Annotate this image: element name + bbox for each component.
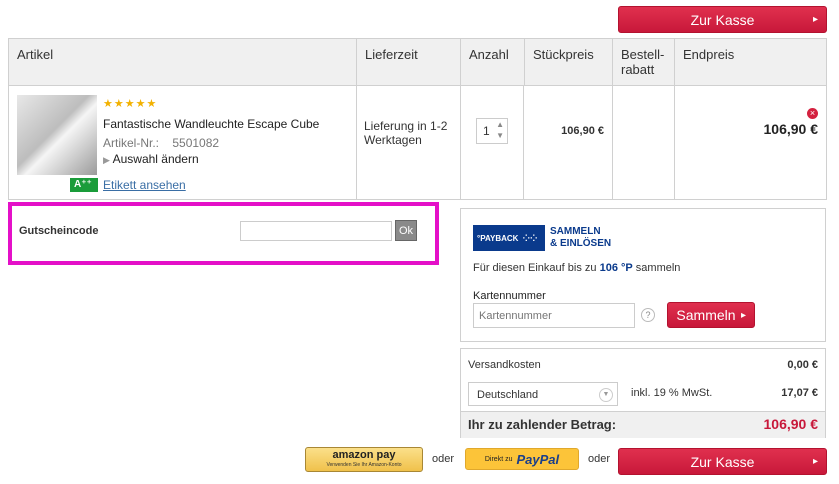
checkout-button-top[interactable]: Zur Kasse ▸ (618, 6, 827, 33)
paypal-prefix: Direkt zu (484, 455, 513, 463)
or-separator-1: oder (432, 453, 455, 465)
article-number: Artikel-Nr.: 5501082 (103, 136, 219, 150)
header-rabatt-line2: rabatt (621, 62, 655, 77)
article-number-label: Artikel-Nr.: (103, 136, 160, 150)
voucher-ok-button[interactable]: Ok (395, 220, 417, 241)
total-value: 106,90 € (763, 416, 819, 432)
amazon-pay-button[interactable]: amazon pay Verwenden Sie Ihr Amazon-Kont… (305, 447, 423, 472)
unit-price: 106,90 € (561, 125, 604, 137)
chevron-right-icon: ▸ (812, 14, 818, 25)
delivery-time: Lieferung in 1-2 Werktagen (364, 119, 448, 147)
checkout-button-bottom[interactable]: Zur Kasse ▸ (618, 448, 827, 475)
quantity-value: 1 (483, 124, 490, 138)
paypal-logo: PayPal (516, 451, 560, 467)
country-select[interactable]: Deutschland ▼ (468, 382, 618, 406)
cart-table-header: Artikel Lieferzeit Anzahl Stückpreis Bes… (8, 38, 827, 86)
change-selection-link[interactable]: ▶ Auswahl ändern (103, 152, 199, 166)
shipping-value: 0,00 € (787, 359, 818, 371)
payback-slogan-line2: & EINLÖSEN (550, 238, 612, 249)
shipping-label: Versandkosten (468, 359, 541, 371)
card-number-input[interactable] (473, 303, 635, 328)
stepper-up-icon[interactable]: ▲ (496, 120, 504, 129)
payback-slogan-line1: SAMMELN (550, 226, 601, 237)
product-name[interactable]: Fantastische Wandleuchte Escape Cube (103, 117, 319, 131)
voucher-label: Gutscheincode (19, 225, 99, 237)
payback-logo-text: °PAYBACK (477, 233, 519, 243)
chevron-right-icon: ▸ (812, 456, 818, 467)
header-lieferzeit: Lieferzeit (357, 39, 461, 85)
energy-label-badge: A⁺⁺ (70, 178, 98, 192)
vat-label: inkl. 19 % MwSt. (631, 387, 713, 399)
header-artikel: Artikel (9, 39, 357, 85)
voucher-input[interactable] (240, 221, 392, 241)
header-stueckpreis: Stückpreis (525, 39, 613, 85)
amazon-pay-subtext: Verwenden Sie Ihr Amazon-Konto (326, 462, 402, 468)
article-number-value: 5501082 (172, 136, 220, 150)
cart-item-row: ★★★★★ Fantastische Wandleuchte Escape Cu… (8, 86, 827, 200)
help-icon[interactable]: ? (641, 308, 655, 322)
payback-text-post: sammeln (635, 262, 681, 274)
or-separator-2: oder (588, 453, 611, 465)
stepper-down-icon[interactable]: ▼ (496, 131, 504, 140)
card-number-label: Kartennummer (473, 290, 546, 302)
line-total: 106,90 € (763, 121, 819, 137)
total-label: Ihr zu zahlender Betrag: (468, 417, 617, 432)
payback-points-text: Für diesen Einkauf bis zu 106 °P sammeln (473, 262, 680, 274)
payback-dots-icon: ⁘⁘ (522, 232, 538, 243)
quantity-stepper[interactable]: 1 ▲ ▼ (476, 118, 508, 144)
payback-slogan: SAMMELN & EINLÖSEN (550, 226, 611, 250)
collect-button[interactable]: Sammeln ▸ (667, 302, 755, 328)
header-endpreis: Endpreis (683, 47, 735, 62)
country-select-value: Deutschland (477, 389, 539, 401)
checkout-button-label: Zur Kasse (690, 11, 755, 28)
collect-button-label: Sammeln (676, 307, 736, 323)
chevron-down-icon: ▼ (599, 388, 613, 402)
header-anzahl: Anzahl (461, 39, 525, 85)
checkout-button-bottom-label: Zur Kasse (690, 453, 755, 470)
triangle-right-icon: ▶ (103, 155, 110, 165)
change-selection-label: Auswahl ändern (112, 152, 199, 166)
energy-label-link[interactable]: Etikett ansehen (103, 178, 186, 192)
vat-value: 17,07 € (781, 387, 818, 399)
amazon-pay-logo: amazon pay (332, 449, 396, 461)
payback-points: 106 °P (599, 262, 633, 274)
chevron-right-icon: ▸ (740, 309, 746, 321)
product-image[interactable] (17, 95, 97, 175)
paypal-button[interactable]: Direkt zu PayPal (465, 448, 579, 470)
rating-stars: ★★★★★ (103, 98, 158, 110)
payback-text-pre: Für diesen Einkauf bis zu (473, 262, 597, 274)
header-rabatt-line1: Bestell- (621, 47, 665, 62)
header-bestellrabatt: Bestell- rabatt (613, 39, 675, 85)
remove-item-icon[interactable]: × (807, 108, 818, 119)
payback-logo: °PAYBACK ⁘⁘ (473, 225, 545, 251)
